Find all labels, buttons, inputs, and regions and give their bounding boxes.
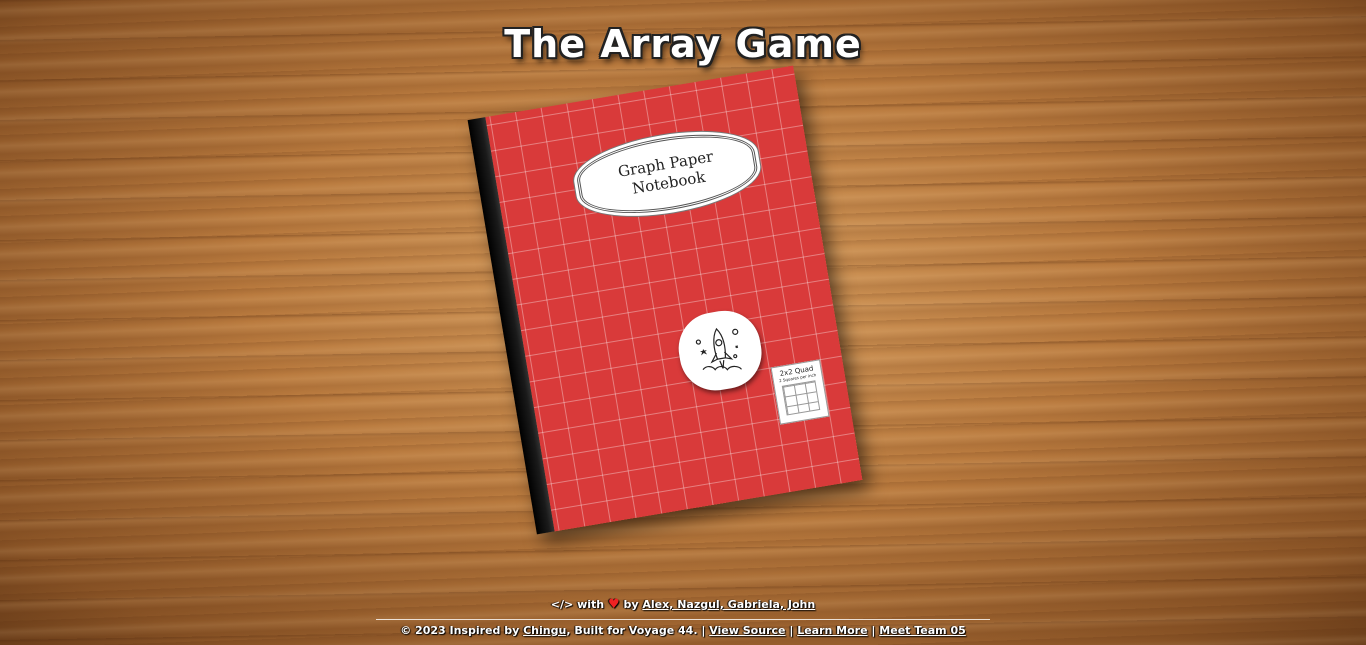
game-title: The Array Game — [504, 22, 862, 66]
footer-links: © 2023 Inspired by Chingu, Built for Voy… — [400, 624, 966, 637]
quad-info-box: 2x2 Quad 2 Squares per inch — [770, 359, 830, 425]
quad-grid — [781, 380, 821, 416]
by-text: by — [623, 598, 639, 611]
view-source-link[interactable]: View Source — [709, 624, 785, 637]
separator: | — [871, 624, 876, 637]
separator: | — [789, 624, 794, 637]
footer-divider — [376, 619, 990, 620]
code-icon: </> — [550, 598, 574, 611]
separator: | — [701, 624, 706, 637]
rocket-icon — [673, 305, 767, 396]
copyright-text: © 2023 Inspired by — [400, 624, 520, 637]
authors: Alex, Nazgul, Gabriela, John — [642, 598, 816, 611]
notebook[interactable]: Graph Paper Notebook 2x2 Quad 2 Squares … — [467, 65, 863, 535]
chingu-link[interactable]: Chingu — [523, 624, 566, 637]
credits: </> with ♥ by Alex, Nazgul, Gabriela, Jo… — [0, 597, 1366, 612]
built-for-text: Built for Voyage 44. — [574, 624, 698, 637]
meet-team-link[interactable]: Meet Team 05 — [879, 624, 965, 637]
notebook-body[interactable]: Graph Paper Notebook 2x2 Quad 2 Squares … — [467, 65, 863, 535]
heart-icon: ♥ — [607, 597, 620, 612]
with-text: with — [577, 598, 605, 611]
notebook-label: Graph Paper Notebook — [572, 123, 762, 225]
learn-more-link[interactable]: Learn More — [797, 624, 867, 637]
